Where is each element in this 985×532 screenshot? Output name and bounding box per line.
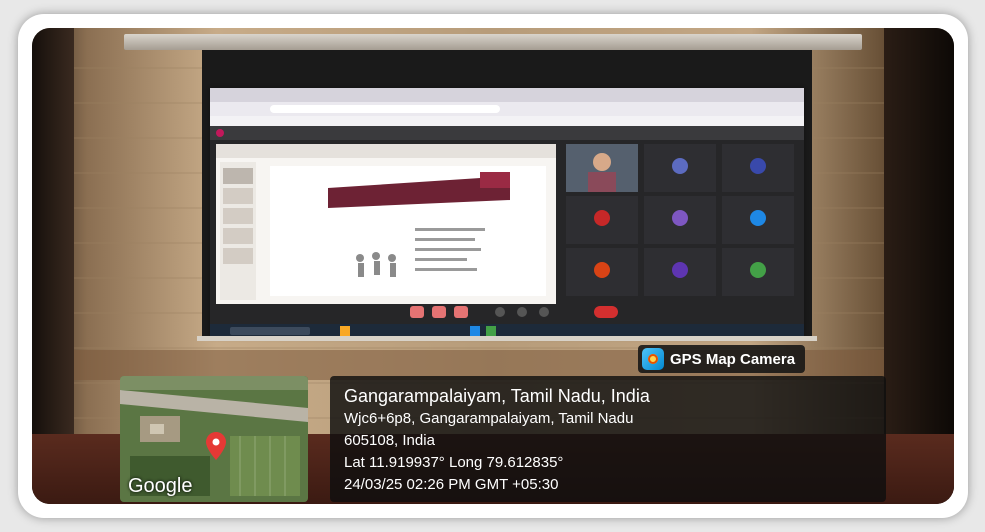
location-info-panel: Gangarampalaiyam, Tamil Nadu, India Wjc6… <box>330 376 886 502</box>
location-title: Gangarampalaiyam, Tamil Nadu, India <box>344 386 650 406</box>
gps-map-camera-icon <box>642 348 664 370</box>
screen-bottom-rod <box>197 336 817 341</box>
projector-screen-casing <box>124 34 862 50</box>
projected-meeting-window <box>210 88 804 338</box>
map-brand-logo: Google <box>128 475 193 497</box>
address-line-1: Wjc6+6p8, Gangarampalaiyam, Tamil Nadu <box>344 410 634 427</box>
wall-pillar-left <box>32 28 74 504</box>
timestamp: 24/03/25 02:26 PM GMT +05:30 <box>344 476 559 493</box>
coordinates: Lat 11.919937° Long 79.612835° <box>344 454 564 471</box>
location-map-thumbnail: Google <box>120 376 308 502</box>
gps-map-camera-badge: GPS Map Camera <box>638 345 806 373</box>
photo-frame: GPS Map Camera Google Gangarampalaiyam, … <box>18 14 968 518</box>
wall-pillar-right <box>884 28 954 504</box>
address-line-2: 605108, India <box>344 432 435 449</box>
projector-screen <box>210 88 804 338</box>
app-name: GPS Map Camera <box>670 350 796 368</box>
